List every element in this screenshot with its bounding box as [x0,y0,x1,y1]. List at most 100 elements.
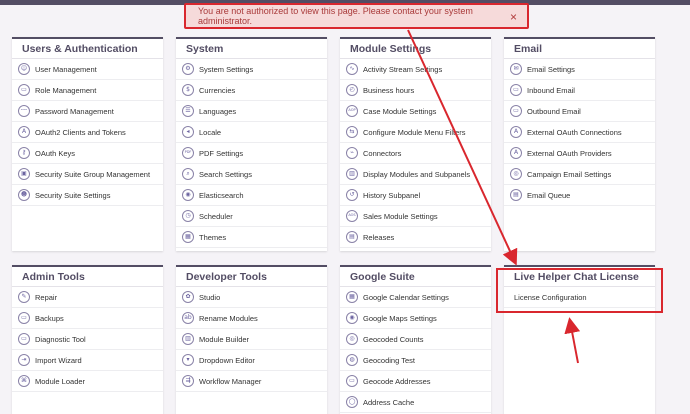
admin-link-history-subpanel[interactable]: ↺ History Subpanel [340,185,491,206]
admin-link-label: Repair [35,292,58,302]
inbound-email-icon: ▭ [510,84,522,96]
geocoding-test-icon: ◍ [346,354,358,366]
alert-message: You are not authorized to view this page… [198,6,473,26]
admin-link-label: Import Wizard [35,355,82,365]
role-icon: ▭ [18,84,30,96]
admin-link-label: Languages [199,106,237,116]
module-loader-icon: ⌘ [18,375,30,387]
admin-link-business-hours[interactable]: ◴ Business hours [340,80,491,101]
email-settings-icon: ✉ [510,63,522,75]
admin-link-label: User Management [35,64,97,74]
admin-link-label: PDF Settings [199,148,244,158]
admin-link-email-queue[interactable]: ▤ Email Queue [504,185,655,206]
admin-link-geocoded-counts[interactable]: ◎ Geocoded Counts [340,329,491,350]
gear-icon: ⚙ [182,63,194,75]
admin-link-label: Configure Module Menu Filters [363,127,466,137]
panel-email: Email ✉ Email Settings ▭ Inbound Email ▭ Outbo… [504,37,655,251]
panel-title: Google Suite [340,267,491,287]
admin-link-google-maps-settings[interactable]: ◉ Google Maps Settings [340,308,491,329]
admin-link-password-management[interactable]: ••• Password Management [12,101,163,122]
admin-link-module-builder[interactable]: ▥ Module Builder [176,329,327,350]
admin-link-label: Sales Module Settings [363,211,438,221]
admin-link-geocoding-test[interactable]: ◍ Geocoding Test [340,350,491,371]
key-icon: ⚷ [18,147,30,159]
admin-link-scheduler[interactable]: ◷ Scheduler [176,206,327,227]
admin-link-case-module-settings[interactable]: AOP Case Module Settings [340,101,491,122]
admin-link-dropdown-editor[interactable]: ▾ Dropdown Editor [176,350,327,371]
admin-link-locale[interactable]: ◂ Locale [176,122,327,143]
admin-link-label: Themes [199,232,227,242]
admin-link-elasticsearch[interactable]: ◉ Elasticsearch [176,185,327,206]
admin-link-sales-module-settings[interactable]: AOS Sales Module Settings [340,206,491,227]
admin-link-label: Releases [363,232,395,242]
admin-link-address-cache[interactable]: ◯ Address Cache [340,392,491,413]
admin-link-languages[interactable]: ☰ Languages [176,101,327,122]
close-icon[interactable]: × [510,10,517,24]
admin-link-module-loader[interactable]: ⌘ Module Loader [12,371,163,392]
geocoded-counts-icon: ◎ [346,333,358,345]
panel-module-settings: Module Settings ∿ Activity Stream Settings… [340,37,491,251]
panel-title: Users & Authentication [12,39,163,59]
authorization-error-alert: You are not authorized to view this page… [184,3,529,29]
admin-link-backups[interactable]: ▭ Backups [12,308,163,329]
admin-link-security-suite-group-management[interactable]: ▣ Security Suite Group Management [12,164,163,185]
admin-link-google-calendar-settings[interactable]: ▦ Google Calendar Settings [340,287,491,308]
admin-link-label: External OAuth Connections [527,127,622,137]
panel-title: Admin Tools [12,267,163,287]
admin-link-activity-stream-settings[interactable]: ∿ Activity Stream Settings [340,59,491,80]
admin-link-geocode-addresses[interactable]: ▭ Geocode Addresses [340,371,491,392]
admin-link-themes[interactable]: ▦ Themes [176,227,327,248]
releases-icon: ▤ [346,231,358,243]
admin-link-label: Search Settings [199,169,252,179]
admin-link-external-oauth-providers[interactable]: A External OAuth Providers [504,143,655,164]
admin-link-studio[interactable]: ✿ Studio [176,287,327,308]
admin-link-diagnostic-tool[interactable]: ▭ Diagnostic Tool [12,329,163,350]
admin-link-oauth2-clients-and-tokens[interactable]: A OAuth2 Clients and Tokens [12,122,163,143]
users-icon: ☻ [18,189,30,201]
admin-link-label: Security Suite Settings [35,190,111,200]
admin-link-campaign-email-settings[interactable]: ◎ Campaign Email Settings [504,164,655,185]
admin-link-label: Studio [199,292,221,302]
elasticsearch-icon: ◉ [182,189,194,201]
admin-link-license-configuration[interactable]: License Configuration [504,287,655,308]
admin-link-import-wizard[interactable]: ⇥ Import Wizard [12,350,163,371]
panel-google-suite: Google Suite ▦ Google Calendar Settings ◉ Go… [340,265,491,414]
admin-link-inbound-email[interactable]: ▭ Inbound Email [504,80,655,101]
admin-link-label: Email Settings [527,64,575,74]
admin-link-label: Campaign Email Settings [527,169,612,179]
admin-link-label: OAuth Keys [35,148,76,158]
admin-link-releases[interactable]: ▤ Releases [340,227,491,248]
admin-link-label: Inbound Email [527,85,575,95]
admin-link-email-settings[interactable]: ✉ Email Settings [504,59,655,80]
diagnostic-icon: ▭ [18,333,30,345]
admin-link-rename-modules[interactable]: ab Rename Modules [176,308,327,329]
admin-link-system-settings[interactable]: ⚙ System Settings [176,59,327,80]
user-icon: ☺ [18,63,30,75]
admin-link-display-modules-and-subpanels[interactable]: ▥ Display Modules and Subpanels [340,164,491,185]
admin-link-currencies[interactable]: $ Currencies [176,80,327,101]
campaign-icon: ◎ [510,168,522,180]
admin-link-repair[interactable]: ✎ Repair [12,287,163,308]
themes-icon: ▦ [182,231,194,243]
admin-link-label: Email Queue [527,190,571,200]
search-icon: ⌕ [182,168,194,180]
module-builder-icon: ▥ [182,333,194,345]
admin-link-user-management[interactable]: ☺ User Management [12,59,163,80]
admin-link-outbound-email[interactable]: ▭ Outbound Email [504,101,655,122]
admin-link-external-oauth-connections[interactable]: A External OAuth Connections [504,122,655,143]
admin-link-connectors[interactable]: ⌁ Connectors [340,143,491,164]
admin-link-workflow-manager[interactable]: ⇶ Workflow Manager [176,371,327,392]
admin-link-configure-module-menu-filters[interactable]: ⇆ Configure Module Menu Filters [340,122,491,143]
admin-link-oauth-keys[interactable]: ⚷ OAuth Keys [12,143,163,164]
admin-link-label: Dropdown Editor [199,355,255,365]
admin-link-pdf-settings[interactable]: PDF PDF Settings [176,143,327,164]
admin-link-label: Display Modules and Subpanels [363,169,471,179]
panel-system: System ⚙ System Settings $ Currencies ☰ Langua… [176,37,327,251]
geocode-addresses-icon: ▭ [346,375,358,387]
admin-link-role-management[interactable]: ▭ Role Management [12,80,163,101]
admin-link-security-suite-settings[interactable]: ☻ Security Suite Settings [12,185,163,206]
panel-title: Module Settings [340,39,491,59]
clock-icon: ◴ [346,84,358,96]
admin-link-search-settings[interactable]: ⌕ Search Settings [176,164,327,185]
currency-icon: $ [182,84,194,96]
